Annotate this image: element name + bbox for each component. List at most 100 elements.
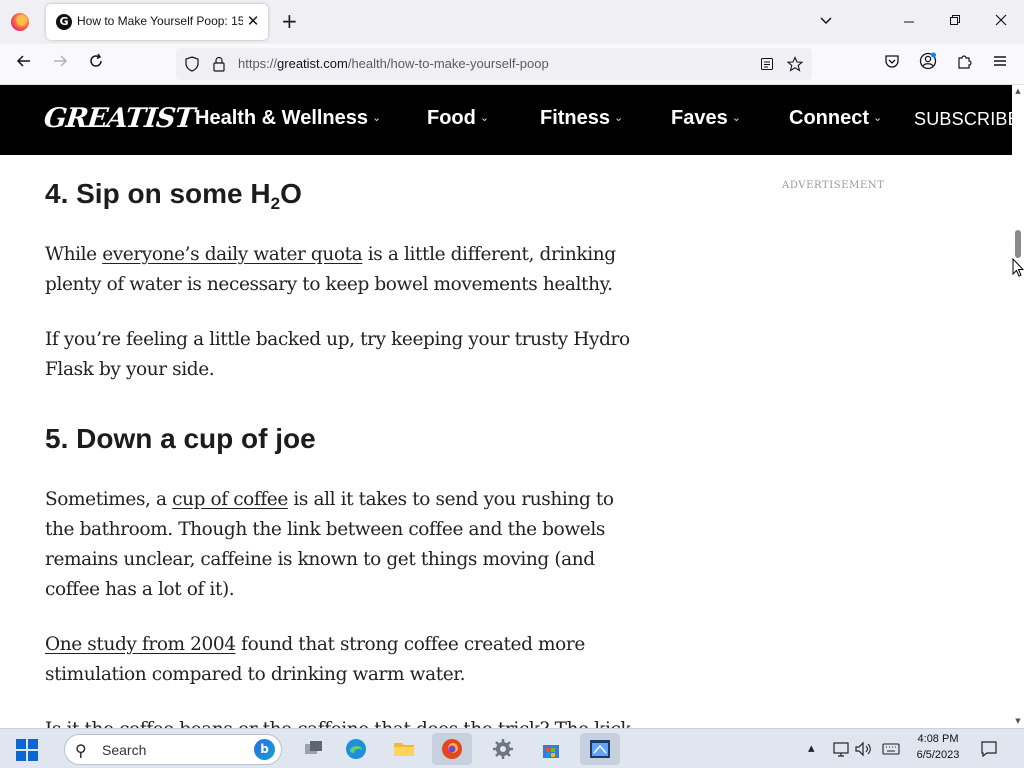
nav-label: Faves bbox=[671, 107, 728, 129]
nav-health-wellness[interactable]: Health & Wellness ⌄ bbox=[195, 107, 381, 130]
chevron-down-icon: ⌄ bbox=[731, 112, 741, 124]
scrollbar-thumb[interactable] bbox=[1015, 230, 1021, 258]
scroll-up-arrow-icon[interactable]: ▲ bbox=[1014, 87, 1022, 95]
restore-icon bbox=[950, 15, 960, 25]
greatist-logo[interactable]: GREATIST bbox=[42, 103, 195, 134]
water-quota-link[interactable]: everyone’s daily water quota bbox=[102, 244, 362, 265]
keyboard-icon[interactable] bbox=[882, 741, 900, 757]
firefox-icon bbox=[442, 739, 462, 759]
forward-button[interactable] bbox=[48, 52, 72, 76]
nav-label: Fitness bbox=[540, 107, 611, 129]
network-icon[interactable] bbox=[832, 740, 850, 758]
reload-icon bbox=[90, 53, 102, 67]
hamburger-menu-icon bbox=[994, 56, 1006, 66]
restore-window-button[interactable] bbox=[945, 12, 965, 32]
subscribe-link[interactable]: SUBSCRIBE bbox=[914, 109, 1012, 130]
forward-arrow-icon bbox=[54, 55, 68, 67]
scroll-down-arrow-icon[interactable]: ▼ bbox=[1014, 717, 1022, 725]
windows-taskbar: ⚲ Search b ▴ 4:08 PM 6/5/2023 bbox=[0, 728, 1024, 768]
paragraph-text: Sometimes, a bbox=[45, 489, 173, 510]
chevron-down-icon: ⌄ bbox=[479, 112, 490, 124]
url-domain: greatist.com bbox=[277, 56, 348, 71]
paragraph-partial: Is it the coffee beans or the caffeine t… bbox=[45, 715, 630, 728]
taskbar-app-active[interactable] bbox=[580, 733, 620, 765]
nav-label: Food bbox=[427, 107, 476, 129]
account-button[interactable] bbox=[916, 52, 940, 76]
nav-label: Connect bbox=[789, 107, 869, 129]
pocket-icon bbox=[885, 55, 899, 68]
heading-subscript: 2 bbox=[270, 194, 281, 213]
nav-connect[interactable]: Connect ⌄ bbox=[789, 107, 882, 130]
search-placeholder: Search bbox=[102, 742, 147, 758]
reload-button[interactable] bbox=[84, 52, 108, 76]
nav-fitness[interactable]: Fitness ⌄ bbox=[540, 107, 623, 130]
back-arrow-icon bbox=[16, 55, 30, 67]
url-path: /health/how-to-make-yourself-poop bbox=[347, 56, 549, 71]
clock-time[interactable]: 4:08 PM bbox=[912, 733, 964, 745]
nav-label: Health & Wellness bbox=[195, 107, 369, 129]
task-view-icon bbox=[305, 741, 322, 754]
minimize-window-button[interactable] bbox=[899, 12, 919, 32]
site-header: GREATIST Health & Wellness ⌄ Food ⌄ Fitnes… bbox=[0, 85, 1012, 155]
app-window-icon bbox=[590, 740, 610, 758]
volume-speaker-icon[interactable] bbox=[854, 740, 872, 758]
page-scrollbar[interactable]: ▲ ▼ bbox=[1012, 85, 1024, 728]
greatist-favicon-icon: G bbox=[56, 14, 72, 30]
app-menu-button[interactable] bbox=[988, 52, 1012, 76]
taskbar-settings[interactable] bbox=[483, 733, 523, 765]
pocket-button[interactable] bbox=[880, 52, 904, 76]
task-view-button[interactable] bbox=[294, 733, 334, 765]
extensions-button[interactable] bbox=[952, 52, 976, 76]
list-all-tabs-icon[interactable] bbox=[818, 12, 834, 28]
store-bag-icon bbox=[543, 745, 559, 758]
notification-chat-icon[interactable] bbox=[980, 740, 998, 758]
browser-tab-active[interactable]: G How to Make Yourself Poop: 15 ✕ bbox=[46, 4, 268, 40]
windows-start-icon[interactable] bbox=[16, 739, 38, 761]
chevron-down-icon: ⌄ bbox=[614, 112, 624, 124]
firefox-logo-icon[interactable] bbox=[11, 13, 29, 31]
taskbar-search-box[interactable]: ⚲ Search b bbox=[64, 734, 282, 765]
url-text[interactable]: https://greatist.com/health/how-to-make-… bbox=[238, 56, 549, 71]
account-icon bbox=[919, 52, 937, 70]
folder-icon bbox=[394, 743, 414, 756]
taskbar-firefox[interactable] bbox=[432, 733, 472, 765]
chevron-down-icon: ⌄ bbox=[372, 112, 382, 124]
chevron-down-icon: ⌄ bbox=[873, 112, 883, 124]
paragraph: While everyone’s daily water quota is a … bbox=[45, 240, 630, 300]
back-button[interactable] bbox=[12, 52, 36, 76]
advertisement-label: ADVERTISEMENT bbox=[782, 180, 885, 191]
tracking-protection-shield-icon[interactable] bbox=[184, 56, 200, 72]
paragraph-text: While bbox=[45, 244, 103, 265]
bing-icon[interactable]: b bbox=[254, 739, 275, 760]
study-2004-link[interactable]: One study from 2004 bbox=[45, 634, 236, 655]
taskbar-microsoft-store[interactable] bbox=[531, 733, 571, 765]
tab-close-icon[interactable]: ✕ bbox=[245, 12, 261, 30]
search-icon: ⚲ bbox=[75, 741, 87, 760]
section-heading-5: 5. Down a cup of joe bbox=[45, 423, 316, 454]
heading-text: O bbox=[280, 178, 302, 209]
mouse-cursor-icon bbox=[1012, 258, 1024, 277]
show-hidden-icons-chevron-up-icon[interactable]: ▴ bbox=[808, 741, 815, 756]
taskbar-edge[interactable] bbox=[336, 733, 376, 765]
minimize-icon bbox=[904, 21, 914, 23]
reader-view-icon[interactable] bbox=[760, 57, 774, 71]
close-icon bbox=[995, 14, 1007, 26]
taskbar-file-explorer[interactable] bbox=[384, 733, 424, 765]
edge-browser-icon bbox=[346, 739, 366, 759]
nav-faves[interactable]: Faves ⌄ bbox=[671, 107, 741, 130]
paragraph: If you’re feeling a little backed up, tr… bbox=[45, 329, 630, 380]
lock-icon[interactable] bbox=[212, 56, 226, 72]
new-tab-button[interactable]: + bbox=[281, 11, 298, 31]
cup-of-coffee-link[interactable]: cup of coffee bbox=[172, 489, 288, 510]
gear-icon bbox=[493, 739, 513, 759]
browser-tab-bar: G How to Make Yourself Poop: 15 ✕ + bbox=[0, 0, 1024, 44]
article-content: 4. Sip on some H2O While everyone’s dail… bbox=[0, 155, 1012, 728]
close-window-button[interactable] bbox=[991, 12, 1011, 32]
bookmark-star-icon[interactable] bbox=[787, 56, 803, 72]
address-bar[interactable]: https://greatist.com/health/how-to-make-… bbox=[176, 48, 812, 80]
url-scheme: https:// bbox=[238, 56, 278, 71]
heading-text: 4. Sip on some H bbox=[45, 178, 271, 209]
nav-food[interactable]: Food ⌄ bbox=[427, 107, 489, 130]
clock-date[interactable]: 6/5/2023 bbox=[912, 749, 964, 761]
paragraph: Sometimes, a cup of coffee is all it tak… bbox=[45, 485, 630, 605]
